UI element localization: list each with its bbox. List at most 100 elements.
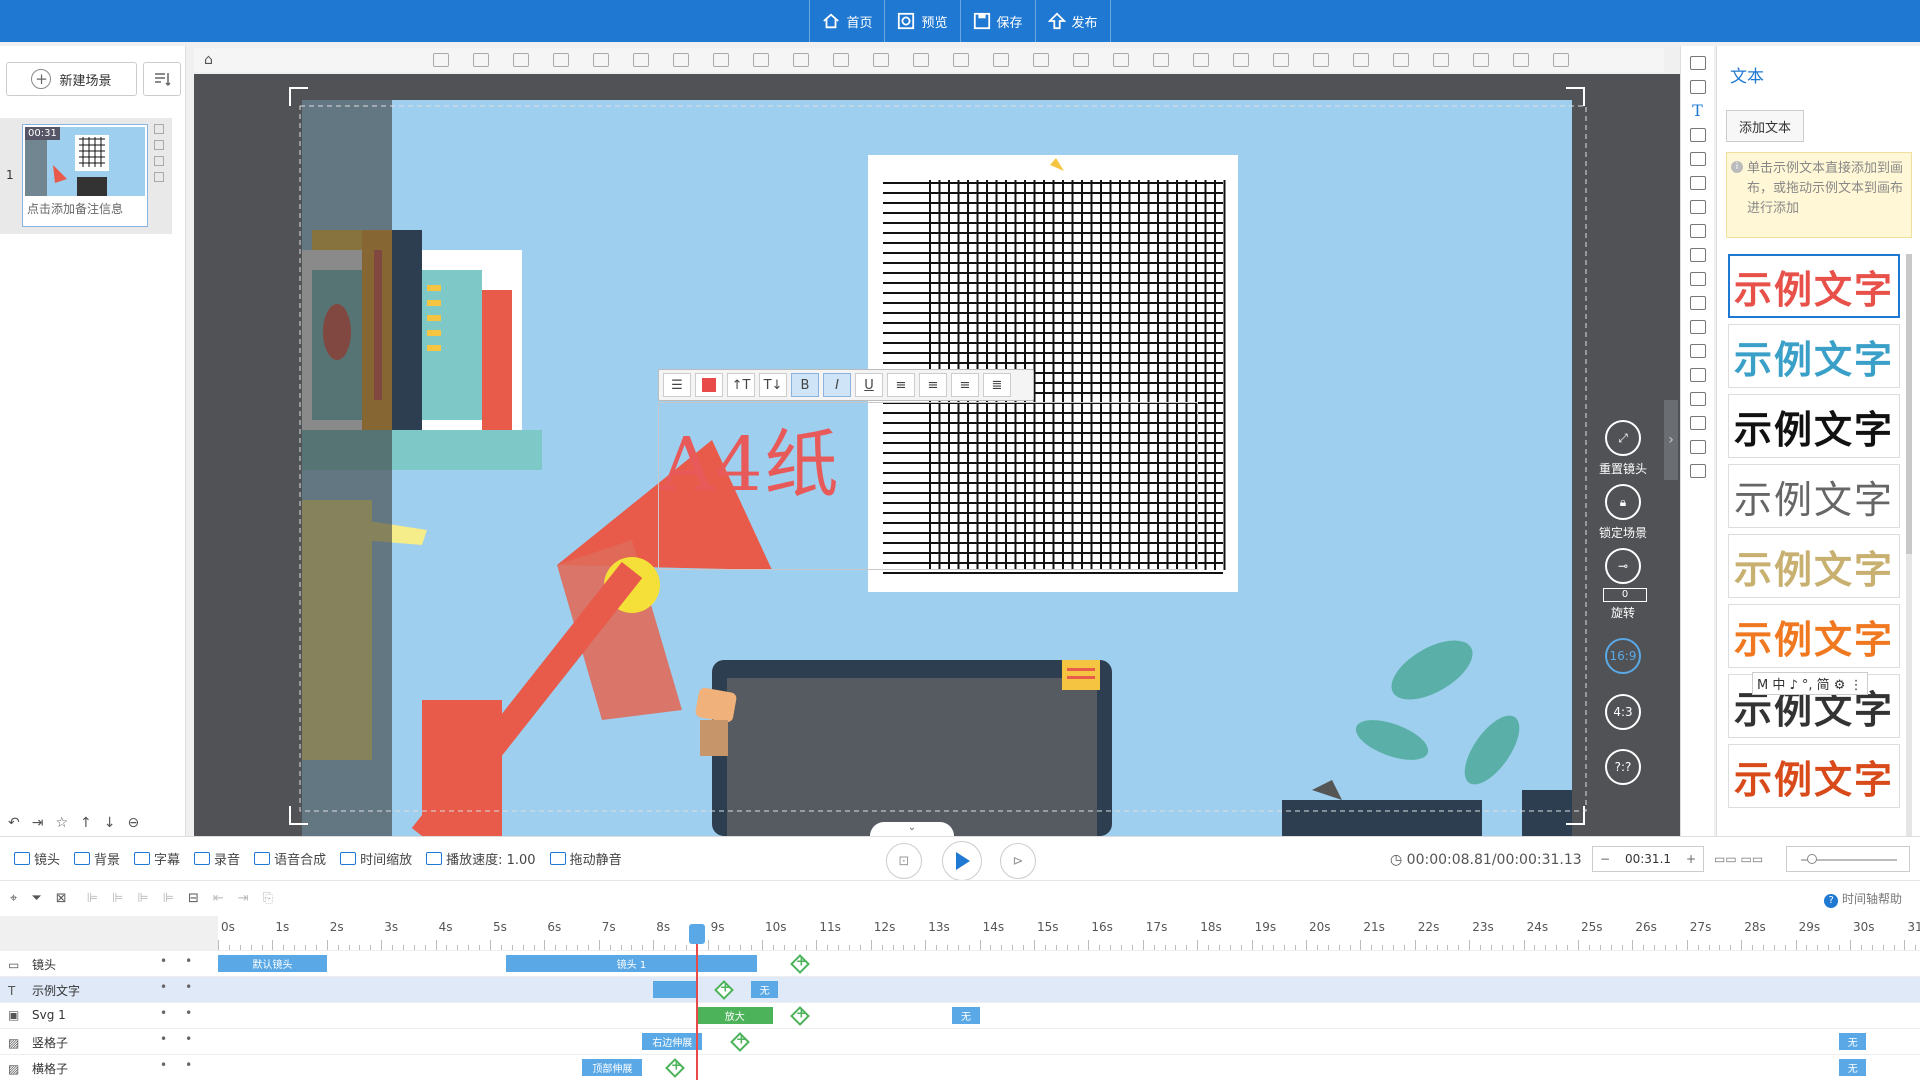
duration-stepper[interactable]: −00:31.1 + — [1592, 846, 1704, 872]
scene-sort-button[interactable] — [143, 62, 181, 96]
magic-icon[interactable] — [1689, 176, 1706, 190]
home-button[interactable]: 首页 — [809, 0, 884, 42]
flip-v-icon[interactable] — [632, 53, 649, 67]
add-text-button[interactable]: 添加文本 — [1726, 110, 1804, 142]
align-right-tool-icon[interactable] — [1152, 53, 1169, 67]
print-icon[interactable] — [1689, 440, 1706, 454]
expand-icon[interactable]: ⇥ — [238, 891, 249, 906]
timeline-track[interactable]: ▨ 横格子 •• 顶部伸展 无 — [0, 1054, 1920, 1080]
sample-text-6[interactable]: 示例文字 — [1728, 604, 1900, 668]
undo-scene-icon[interactable]: ↶ — [8, 815, 20, 831]
shape-icon[interactable] — [1689, 56, 1706, 70]
chart-icon[interactable] — [1689, 368, 1706, 382]
delete-icon[interactable] — [154, 140, 164, 150]
track-label[interactable]: ▭ 镜头 — [8, 956, 56, 973]
zoom-slider[interactable] — [1786, 846, 1910, 872]
animation-bar[interactable]: 无 — [952, 1007, 980, 1024]
add-keyframe-icon[interactable] — [790, 1006, 810, 1026]
track-visibility-toggles[interactable]: •• — [160, 1006, 210, 1020]
more-icon[interactable]: ⊖ — [128, 815, 140, 831]
underline-button[interactable]: U — [855, 373, 883, 397]
timeline-track[interactable]: ▨ 竖格子 •• 右边伸展 无 — [0, 1028, 1920, 1054]
video-icon[interactable] — [1689, 272, 1706, 286]
insert-icon[interactable] — [154, 156, 164, 166]
timeline-help-link[interactable]: ? 时间轴帮助 — [1824, 890, 1902, 908]
flash-icon[interactable] — [1689, 296, 1706, 310]
play-button[interactable] — [942, 841, 982, 881]
collapse-right-handle[interactable]: › — [1664, 400, 1678, 480]
animation-bar[interactable]: 无 — [1839, 1033, 1867, 1050]
replace-icon[interactable] — [752, 53, 769, 67]
track-visibility-toggles[interactable]: •• — [160, 1032, 210, 1046]
italic-button[interactable]: I — [823, 373, 851, 397]
add-keyframe-icon[interactable] — [714, 980, 734, 1000]
lock-canvas-icon[interactable] — [1352, 53, 1369, 67]
align-middle-icon[interactable] — [1032, 53, 1049, 67]
track-visibility-toggles[interactable]: •• — [160, 954, 210, 968]
animation-bar[interactable]: 无 — [1839, 1059, 1867, 1076]
collapse-timeline-handle[interactable]: ⌄ — [870, 822, 954, 836]
camera-track-button[interactable]: 镜头 — [14, 849, 60, 868]
undo-icon[interactable] — [1472, 53, 1489, 67]
sample-text-8[interactable]: 示例文字 — [1728, 744, 1900, 808]
playhead-handle[interactable] — [689, 924, 706, 944]
time-scale-button[interactable]: 时间缩放 — [340, 849, 412, 868]
subtitle-button[interactable]: 字幕 — [134, 849, 180, 868]
animation-bar[interactable] — [653, 981, 697, 998]
canvas-text-element[interactable]: A4纸 — [660, 405, 841, 512]
effect-icon[interactable] — [832, 53, 849, 67]
panel-scroll-thumb[interactable] — [1906, 254, 1912, 554]
timeline-ruler[interactable]: 0s 1s 2s 3s 4s 5s 6s 7s 8s 9s 10s 11s 12s 13s 14s 15s 16… — [218, 916, 1920, 950]
sample-text-4[interactable]: 示例文字 — [1728, 464, 1900, 528]
copy-tool-icon[interactable] — [432, 53, 449, 67]
animation-bar[interactable]: 默认镜头 — [218, 955, 327, 972]
track-label[interactable]: ▨ 竖格子 — [8, 1034, 68, 1051]
lock-tool-icon[interactable] — [712, 53, 729, 67]
mute-drag-button[interactable]: 拖动静音 — [549, 849, 622, 868]
align-mid-icon[interactable]: ⊫ — [137, 891, 148, 906]
font-size-up-button[interactable]: ↑T — [727, 373, 755, 397]
copy-icon[interactable] — [154, 124, 164, 134]
animation-bar[interactable]: 无 — [751, 981, 779, 998]
plane-icon[interactable] — [1689, 320, 1706, 334]
sample-text-2[interactable]: 示例文字 — [1728, 324, 1900, 388]
color-button[interactable] — [695, 373, 723, 397]
align-all-icon[interactable]: ⊫ — [163, 891, 174, 906]
prev-frame-button[interactable]: ⊡ — [886, 843, 922, 879]
lock-scene[interactable]: 🔒︎ 锁定场景 — [1599, 484, 1647, 541]
save-button[interactable]: 保存 — [959, 0, 1035, 42]
text-icon[interactable]: T — [1690, 103, 1706, 119]
distribute-h-icon[interactable] — [912, 53, 929, 67]
remove-keyframe-icon[interactable]: ⊠ — [56, 891, 67, 906]
add-keyframe-icon[interactable] — [730, 1032, 751, 1052]
layer-down-icon[interactable] — [552, 53, 569, 67]
ratio-custom[interactable]: ?:? — [1603, 749, 1643, 785]
music-icon[interactable] — [1689, 248, 1706, 262]
align-start-icon[interactable]: ⊫ — [87, 891, 98, 906]
bubble-icon[interactable] — [1689, 200, 1706, 214]
reset-camera[interactable]: ⤢ 重置镜头 — [1599, 420, 1647, 477]
rotate-value[interactable]: 0 — [1603, 588, 1647, 602]
export-icon[interactable]: ⇥ — [32, 815, 44, 831]
tts-button[interactable]: 语音合成 — [254, 849, 326, 868]
star-icon[interactable]: ☆ — [55, 815, 68, 831]
duration-value[interactable]: 00:31.1 — [1617, 852, 1679, 866]
track-visibility-toggles[interactable]: •• — [160, 1058, 210, 1072]
zoom-slider-thumb[interactable] — [1807, 854, 1817, 864]
align-right-button[interactable]: ≡ — [951, 373, 979, 397]
background-button[interactable]: 背景 — [74, 849, 120, 868]
align-left-button[interactable]: ≡ — [887, 373, 915, 397]
pointer-tool-icon[interactable]: ⌖ — [10, 891, 17, 906]
hand-icon[interactable] — [1689, 344, 1706, 358]
align-center-tool-icon[interactable] — [872, 53, 889, 67]
paste-page-icon[interactable] — [1432, 53, 1449, 67]
add-keyframe-icon[interactable] — [790, 954, 810, 974]
align-left-tool-icon[interactable] — [1112, 53, 1129, 67]
clip-icon[interactable]: ⎘ — [263, 891, 273, 906]
timeline-track[interactable]: ▣ Svg 1 •• 放大 无 — [0, 1002, 1920, 1028]
shrink-icon[interactable]: ⇤ — [213, 891, 224, 906]
align-end-icon[interactable]: ⊫ — [112, 891, 123, 906]
layer-up-icon[interactable] — [512, 53, 529, 67]
paste-tool-icon[interactable] — [472, 53, 489, 67]
playhead[interactable] — [689, 924, 706, 1080]
